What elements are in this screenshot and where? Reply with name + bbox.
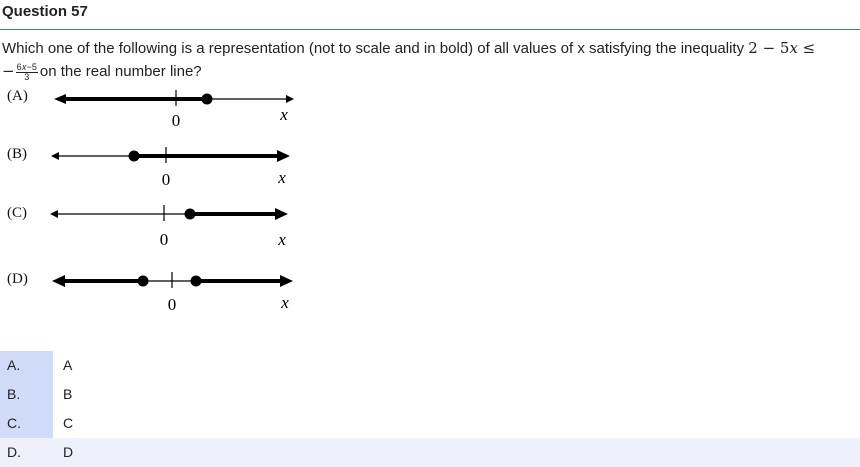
number-line-c: 0 x xyxy=(50,205,288,249)
closed-endpoint-dot-left xyxy=(137,275,149,287)
number-lines-figure: 0 x 0 x 0 x 0 x xyxy=(50,90,294,314)
x-axis-label: x xyxy=(277,168,286,187)
answer-text: A xyxy=(63,357,73,373)
right-arrow-icon xyxy=(286,95,294,103)
left-arrow-icon xyxy=(51,152,59,160)
closed-endpoint-dot-right xyxy=(190,275,202,287)
number-line-d: 0 x xyxy=(52,272,293,314)
right-arrow-icon xyxy=(275,208,288,220)
right-arrow-icon xyxy=(280,275,293,287)
number-line-a: 0 x xyxy=(54,90,294,130)
answer-option-b[interactable]: B. B xyxy=(0,380,860,409)
number-line-b: 0 x xyxy=(51,147,290,189)
answer-letter: B. xyxy=(0,380,53,409)
answer-option-a[interactable]: A. A xyxy=(0,351,860,380)
zero-label: 0 xyxy=(172,111,181,130)
answer-option-c[interactable]: C. C xyxy=(0,409,860,438)
answer-list: A. A B. B C. C D. D xyxy=(0,351,860,467)
zero-label: 0 xyxy=(160,230,169,249)
left-arrow-icon xyxy=(52,275,65,287)
answer-letter: A. xyxy=(0,351,53,380)
x-axis-label: x xyxy=(280,293,289,312)
closed-endpoint-dot xyxy=(128,150,140,162)
right-arrow-icon xyxy=(277,150,290,162)
answer-text: D xyxy=(63,444,74,460)
closed-endpoint-dot xyxy=(201,93,213,105)
answer-letter: C. xyxy=(0,409,53,438)
answer-option-d[interactable]: D. D xyxy=(0,438,860,467)
zero-label: 0 xyxy=(162,170,171,189)
answer-text: C xyxy=(63,415,74,431)
answer-text: B xyxy=(63,386,73,402)
zero-label: 0 xyxy=(168,295,177,314)
x-axis-label: x xyxy=(277,230,286,249)
closed-endpoint-dot xyxy=(184,208,196,220)
x-axis-label: x xyxy=(279,105,288,124)
answer-letter: D. xyxy=(7,444,21,460)
left-arrow-icon xyxy=(50,210,58,218)
